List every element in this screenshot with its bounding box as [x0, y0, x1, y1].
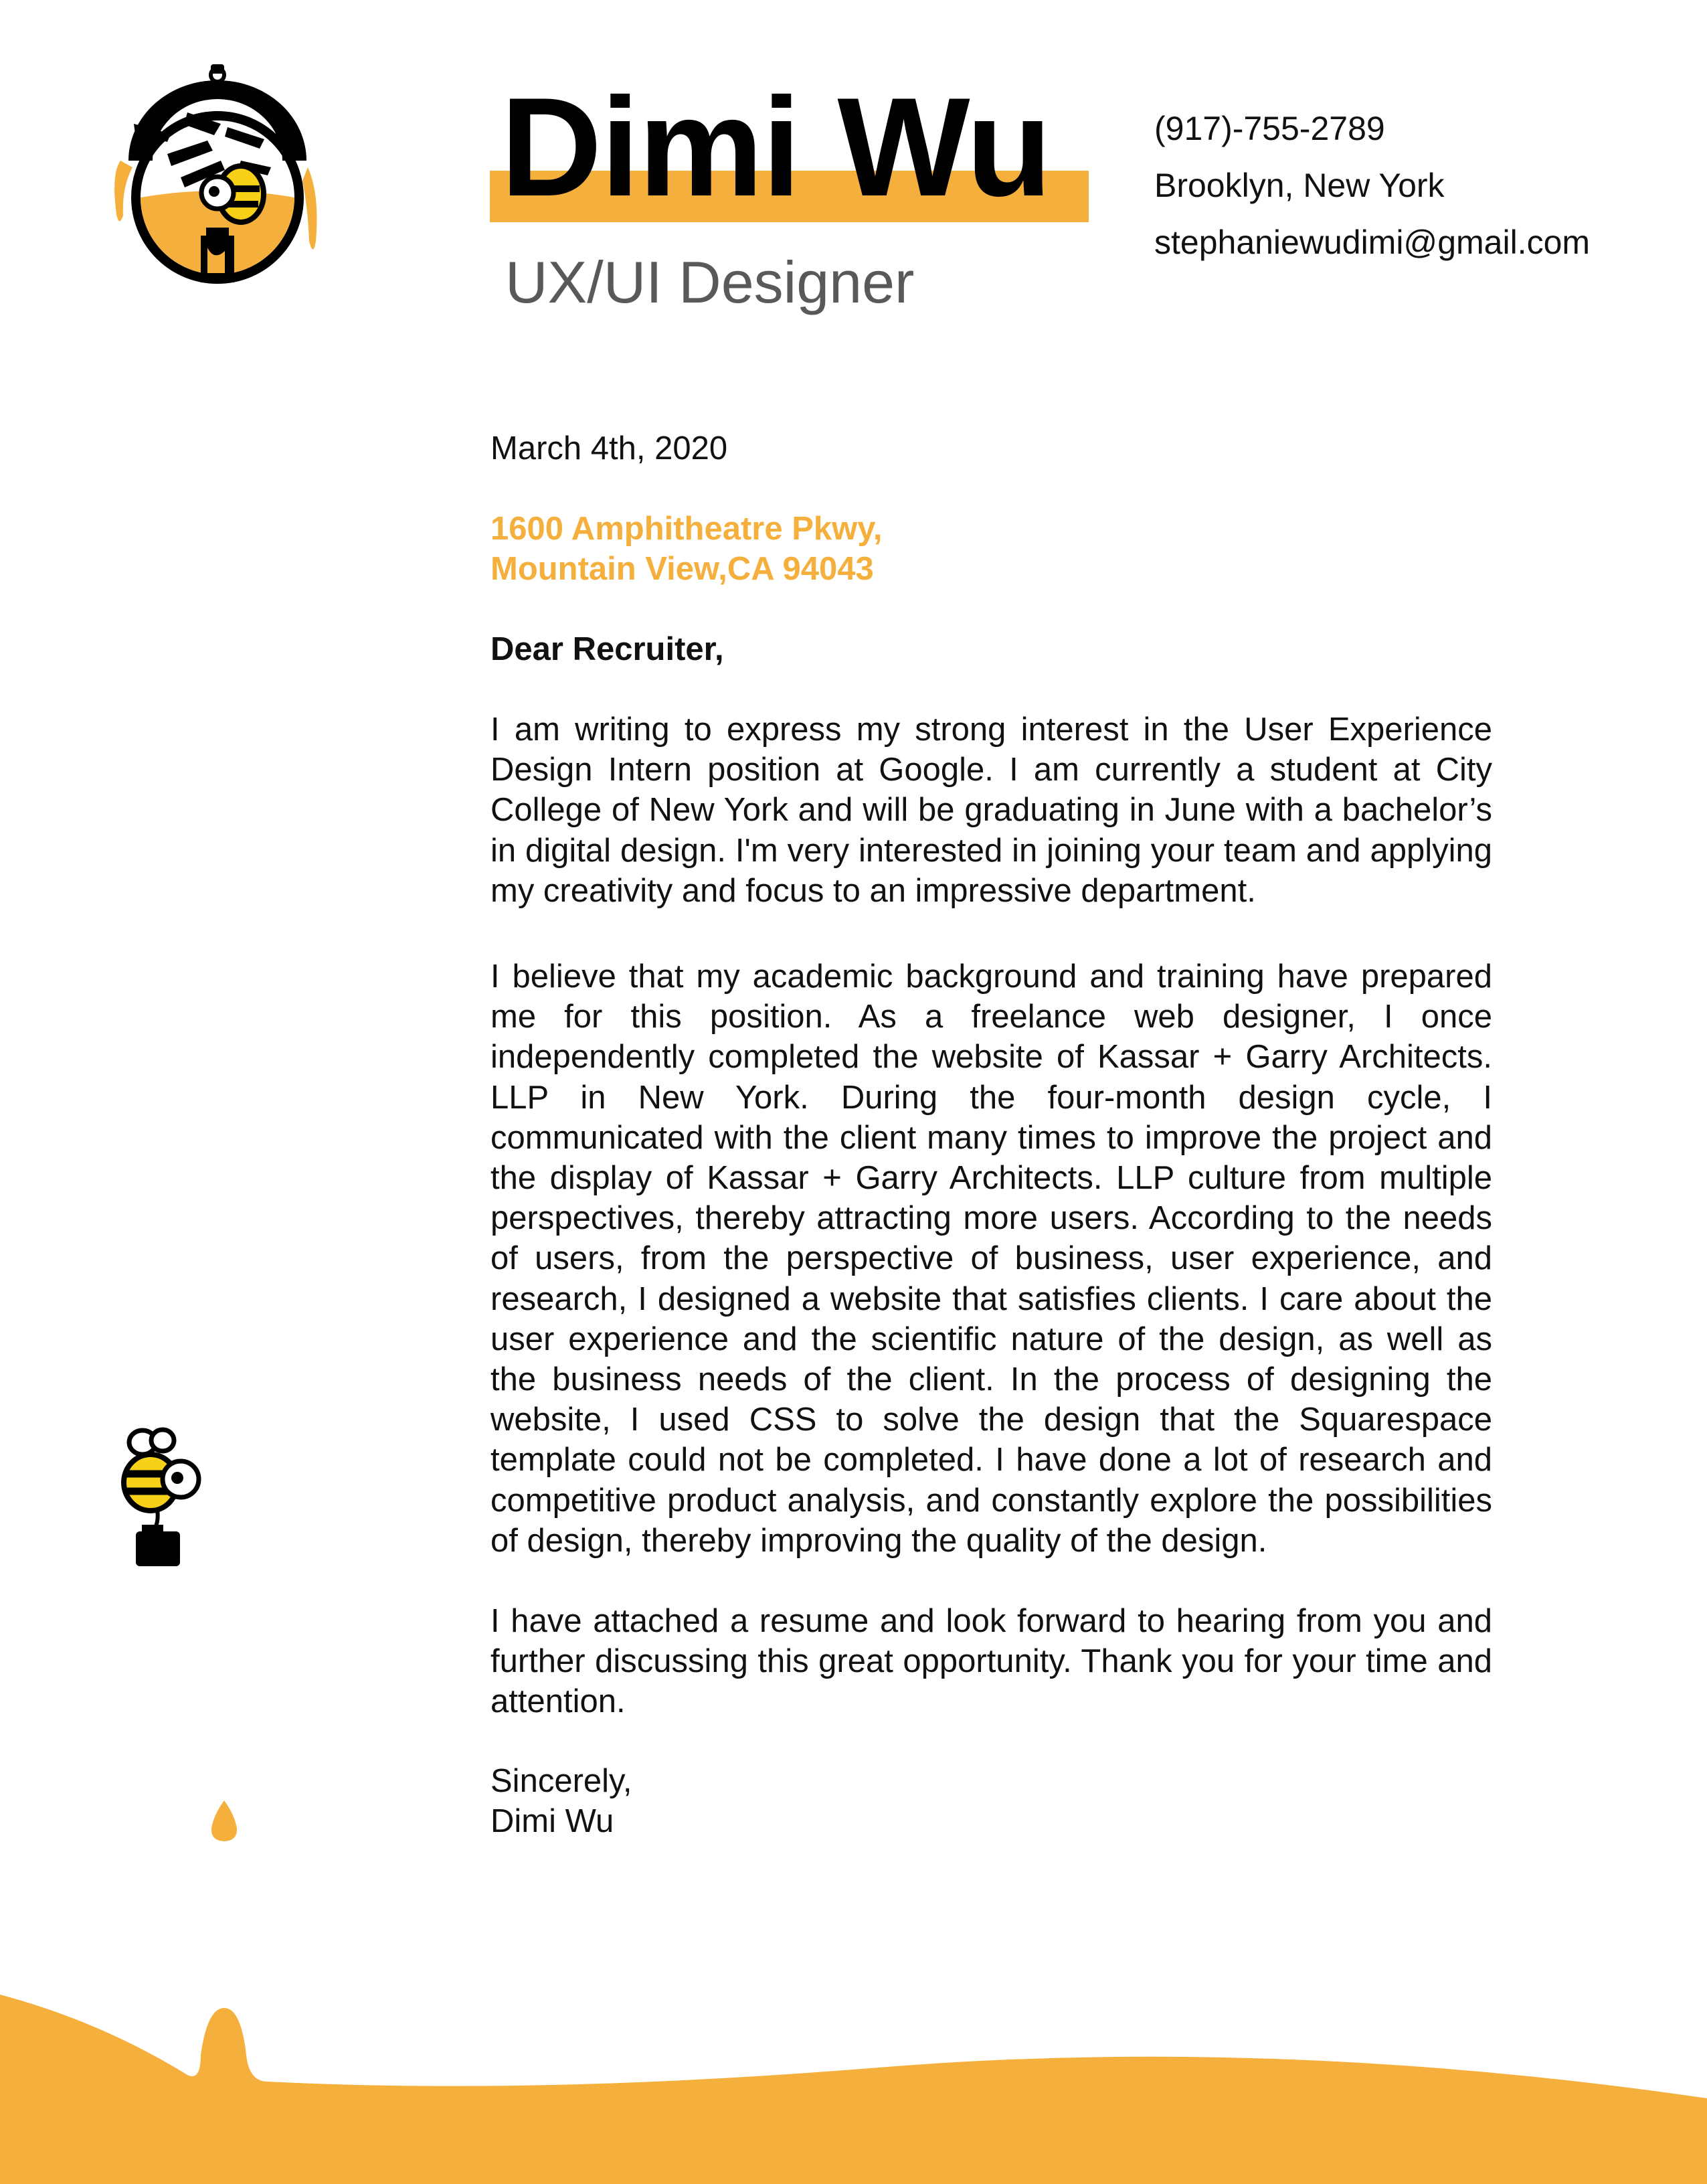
- signature-name: Dimi Wu: [490, 1802, 614, 1839]
- applicant-name: Dimi Wu: [501, 68, 1052, 226]
- recipient-address: 1600 Amphitheatre Pkwy, Mountain View,CA…: [490, 509, 1492, 589]
- letter-date: March 4th, 2020: [490, 430, 728, 467]
- logo-emblem-icon: [114, 64, 317, 284]
- closing: Sincerely, Dimi Wu: [490, 1761, 1492, 1841]
- closing-phrase: Sincerely,: [490, 1762, 632, 1799]
- salutation: Dear Recruiter,: [490, 631, 724, 667]
- bee-mascot-icon: [121, 1427, 201, 1566]
- location: Brooklyn, New York: [1154, 167, 1445, 204]
- letter-paragraph: I believe that my academic background an…: [490, 958, 1492, 1559]
- contact-info: (917)-755-2789 Brooklyn, New York stepha…: [1154, 100, 1590, 271]
- honey-wave-decoration: [0, 1995, 1707, 2184]
- letter-paragraph: I am writing to express my strong intere…: [490, 711, 1492, 909]
- email-address: stephaniewudimi@gmail.com: [1154, 224, 1591, 261]
- letter-body: March 4th, 2020 1600 Amphitheatre Pkwy, …: [490, 428, 1492, 1841]
- name-block: Dimi Wu: [490, 68, 1089, 226]
- address-line-1: 1600 Amphitheatre Pkwy,: [490, 511, 883, 547]
- address-line-2: Mountain View,CA 94043: [490, 551, 874, 587]
- job-title: UX/UI Designer: [505, 249, 915, 315]
- letter-paragraph: I have attached a resume and look forwar…: [490, 1603, 1492, 1720]
- honey-drop-icon: [211, 1800, 238, 1841]
- phone-number: (917)-755-2789: [1154, 110, 1385, 147]
